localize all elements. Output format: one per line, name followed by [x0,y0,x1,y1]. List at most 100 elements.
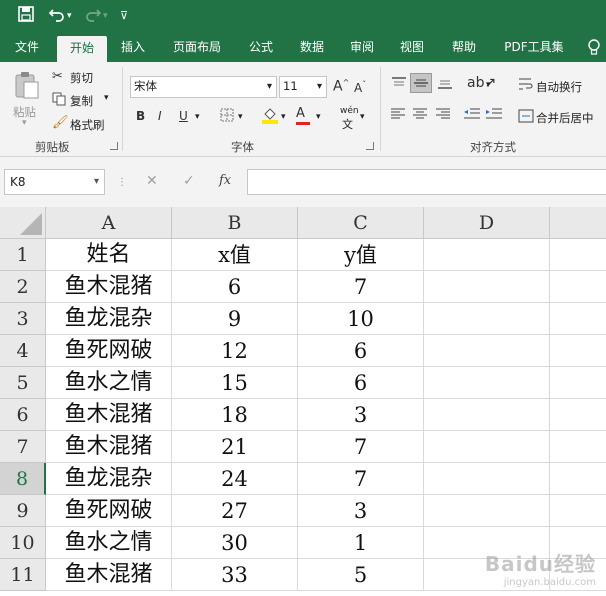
enter-button[interactable]: ✓ [183,173,195,189]
orientation-dropdown-icon[interactable]: ▾ [486,80,491,90]
decrease-indent-icon[interactable] [464,108,480,124]
paste-button[interactable]: 粘贴 ▾ [8,68,46,130]
undo-icon[interactable] [48,6,66,27]
borders-icon[interactable] [220,108,234,126]
table-cell[interactable]: 9 [172,303,298,335]
row-header[interactable]: 10 [0,527,46,559]
row-header[interactable]: 11 [0,559,46,591]
increase-font-size-icon[interactable]: A^ [333,78,349,95]
copy-icon[interactable] [52,92,66,110]
fill-color-icon[interactable] [262,106,278,128]
table-cell[interactable] [550,335,606,367]
align-top-icon[interactable] [391,76,407,94]
row-header[interactable]: 5 [0,367,46,399]
table-cell[interactable]: 鱼木混猪 [46,399,172,431]
clipboard-launcher-icon[interactable] [110,142,118,150]
select-all-button[interactable] [0,207,46,239]
table-cell[interactable] [550,367,606,399]
table-cell[interactable]: 33 [172,559,298,591]
format-painter-icon[interactable]: 🖌 [52,115,69,130]
table-cell[interactable]: 3 [298,399,424,431]
row-header[interactable]: 6 [0,399,46,431]
table-cell[interactable]: 18 [172,399,298,431]
table-cell[interactable] [424,271,550,303]
table-cell[interactable]: 鱼死网破 [46,495,172,527]
lightbulb-icon[interactable] [582,34,606,62]
tab-formulas[interactable]: 公式 [240,34,282,62]
formula-input[interactable] [247,169,606,195]
table-cell[interactable]: 3 [298,495,424,527]
copy-button[interactable]: 复制 [70,93,93,109]
tab-insert[interactable]: 插入 [112,34,154,62]
align-right-icon[interactable] [436,108,450,124]
row-header[interactable]: 4 [0,335,46,367]
redo-dropdown-icon[interactable]: ▾ [103,6,108,26]
phonetic-guide-button[interactable]: wén [340,106,359,116]
table-cell[interactable]: y值 [298,239,424,271]
column-header[interactable] [550,207,606,239]
column-header[interactable]: B [172,207,298,239]
table-cell[interactable]: 鱼死网破 [46,335,172,367]
wrap-text-icon[interactable] [518,77,534,95]
table-cell[interactable] [424,335,550,367]
table-cell[interactable] [550,271,606,303]
format-painter-button[interactable]: 格式刷 [70,117,105,133]
table-cell[interactable] [424,431,550,463]
row-header[interactable]: 8 [0,463,46,495]
align-center-icon[interactable] [413,108,427,124]
font-name-select[interactable]: 宋体 ▾ [130,76,277,98]
row-header[interactable]: 9 [0,495,46,527]
table-cell[interactable] [424,239,550,271]
bold-button[interactable]: B [136,109,145,123]
underline-button[interactable]: U [179,109,188,123]
table-cell[interactable]: 10 [298,303,424,335]
merge-center-icon[interactable] [518,109,534,127]
name-box[interactable]: K8 ▾ [4,169,105,195]
table-cell[interactable]: 6 [298,367,424,399]
table-cell[interactable]: 鱼木混猪 [46,559,172,591]
table-cell[interactable]: 鱼龙混杂 [46,303,172,335]
table-cell[interactable]: 鱼木混猪 [46,271,172,303]
table-cell[interactable] [424,399,550,431]
table-cell[interactable] [424,367,550,399]
font-launcher-icon[interactable] [366,142,374,150]
tab-pdf-tools[interactable]: PDF工具集 [497,34,571,62]
tab-page-layout[interactable]: 页面布局 [166,34,228,62]
underline-dropdown-icon[interactable]: ▾ [195,112,200,122]
table-cell[interactable] [550,303,606,335]
orientation-icon[interactable]: ab↗ [467,75,496,91]
tab-review[interactable]: 审阅 [341,34,383,62]
align-left-icon[interactable] [391,108,405,124]
align-bottom-icon[interactable] [437,76,453,94]
table-cell[interactable] [550,399,606,431]
table-cell[interactable]: 6 [298,335,424,367]
table-cell[interactable] [550,431,606,463]
merge-center-button[interactable]: 合并后居中 [536,110,594,126]
row-header[interactable]: 1 [0,239,46,271]
table-cell[interactable]: 30 [172,527,298,559]
table-cell[interactable]: 鱼水之情 [46,527,172,559]
table-cell[interactable] [424,463,550,495]
customize-quick-access-icon[interactable]: ⊽ [120,6,128,26]
column-header[interactable]: A [46,207,172,239]
table-cell[interactable]: 7 [298,271,424,303]
table-cell[interactable] [550,239,606,271]
more-options-icon[interactable]: ⋮ [117,177,127,188]
table-cell[interactable]: 姓名 [46,239,172,271]
increase-indent-icon[interactable] [486,108,502,124]
cut-button[interactable]: 剪切 [70,70,93,86]
fill-color-dropdown-icon[interactable]: ▾ [281,112,286,122]
table-cell[interactable]: x值 [172,239,298,271]
align-middle-icon[interactable] [410,73,432,93]
phonetic-dropdown-icon[interactable]: ▾ [360,112,365,122]
table-cell[interactable]: 24 [172,463,298,495]
table-cell[interactable]: 6 [172,271,298,303]
redo-icon[interactable] [84,6,102,27]
insert-function-button[interactable]: fx [219,173,231,188]
font-size-select[interactable]: 11 ▾ [279,76,327,98]
undo-dropdown-icon[interactable]: ▾ [67,6,72,26]
wrap-text-button[interactable]: 自动换行 [536,79,582,95]
table-cell[interactable] [424,495,550,527]
cancel-button[interactable]: ✕ [146,173,158,189]
table-cell[interactable]: 15 [172,367,298,399]
